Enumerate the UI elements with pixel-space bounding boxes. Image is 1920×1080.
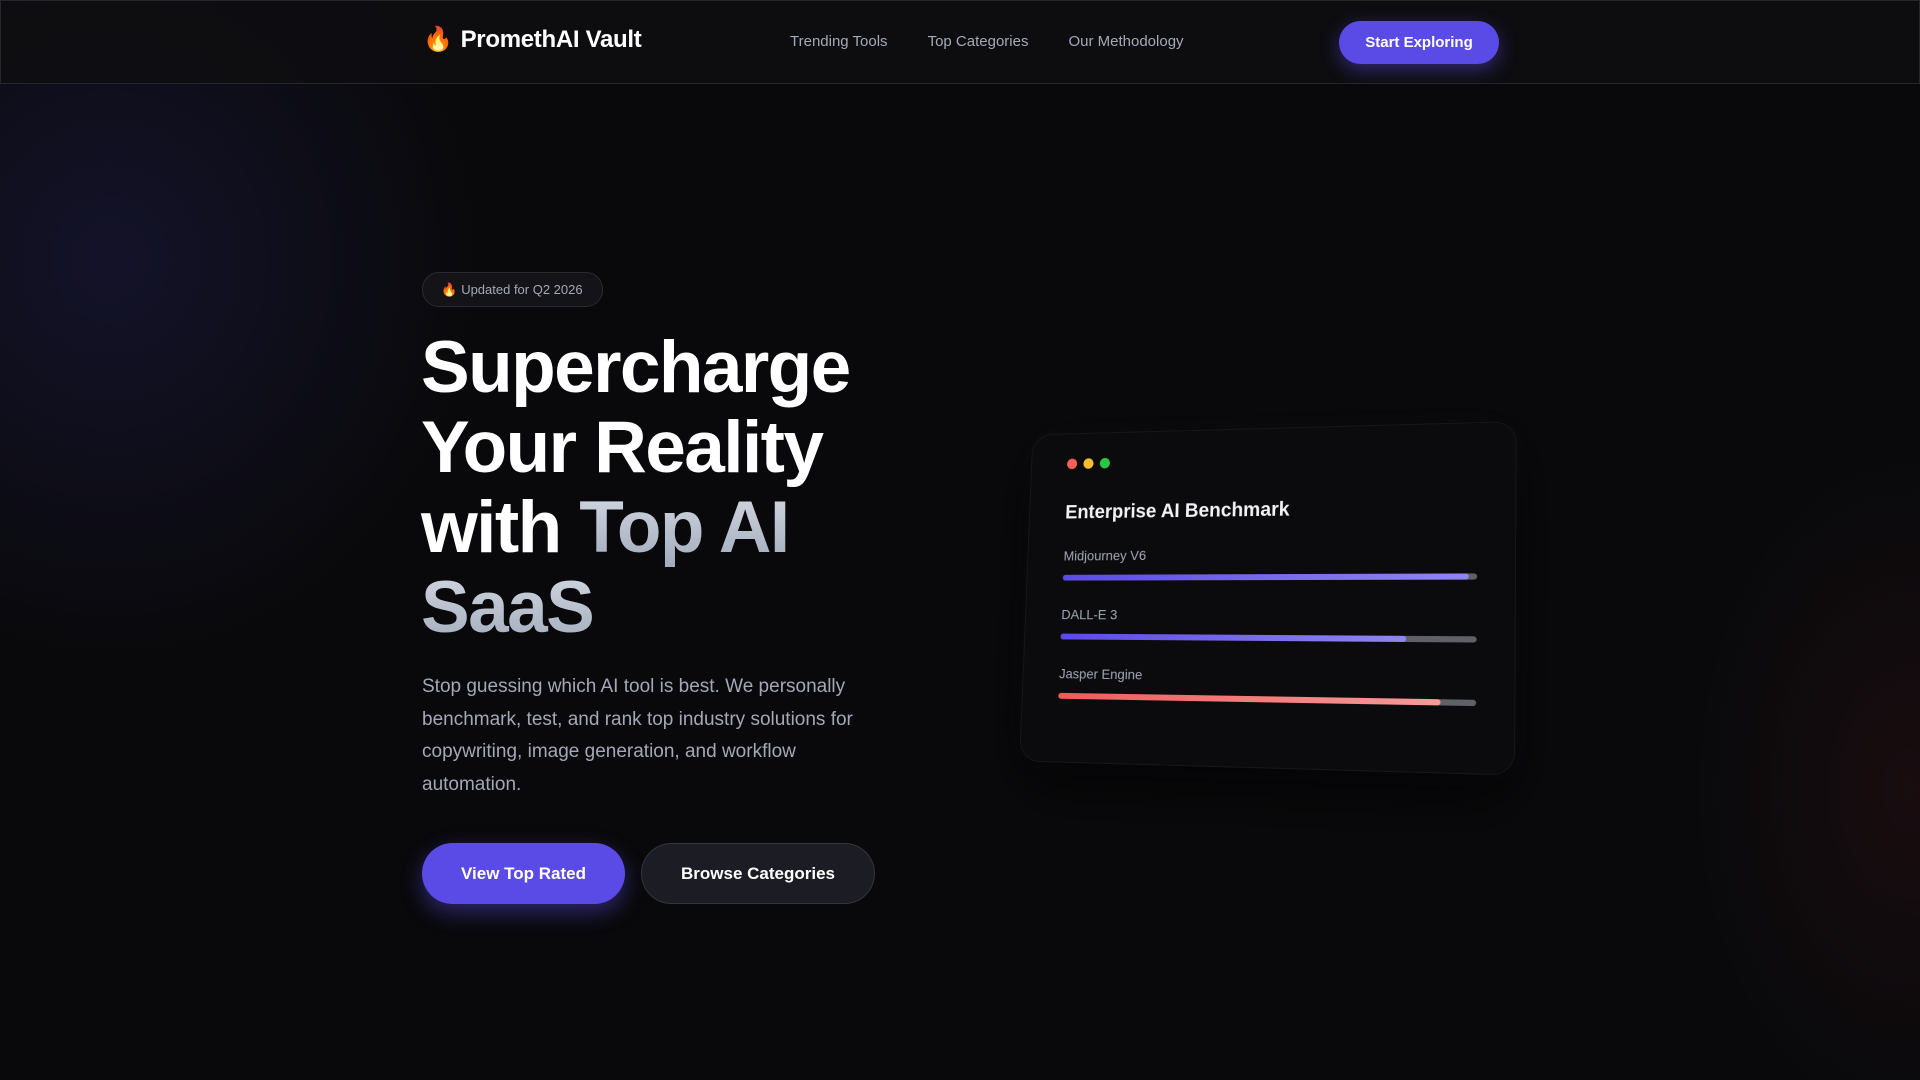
badge-text: Updated for Q2 2026 [461,282,583,297]
benchmark-title: Enterprise AI Benchmark [1064,498,1290,524]
nav-link-top-categories[interactable]: Top Categories [928,33,1029,50]
benchmark-row-jasper: Jasper Engine [1058,665,1477,707]
benchmark-track [1060,633,1477,643]
hero-description: Stop guessing which AI tool is best. We … [422,676,853,795]
window-dots [1066,457,1117,470]
benchmark-track [1062,573,1478,581]
browse-categories-button[interactable]: Browse Categories [641,843,875,904]
nav-links: Trending Tools Top Categories Our Method… [790,33,1224,50]
nav-link-trending-tools[interactable]: Trending Tools [790,33,888,50]
benchmark-fill [1062,573,1469,581]
update-badge: 🔥 Updated for Q2 2026 [422,272,603,307]
hero-headline: Supercharge Your Reality with Top AI SaaS [421,328,941,648]
headline-line-3: with [421,487,580,568]
flame-icon: 🔥 [423,26,453,53]
window-dot-yellow [1083,458,1094,469]
benchmark-card-stage: Enterprise AI Benchmark Midjourney V6 DA… [1010,421,1517,776]
brand-name: PromethAI Vault [460,25,642,53]
top-nav: 🔥 PromethAI Vault Trending Tools Top Cat… [0,0,1920,84]
headline-line-2: Your Reality [421,407,824,488]
headline-line-1: Supercharge [421,327,851,408]
window-dot-green [1099,457,1111,469]
headline-accent-2: SaaS [421,567,595,648]
benchmark-fill [1058,692,1441,706]
benchmark-track [1058,692,1477,707]
view-top-rated-button[interactable]: View Top Rated [422,843,625,904]
start-exploring-button[interactable]: Start Exploring [1339,21,1499,64]
nav-link-our-methodology[interactable]: Our Methodology [1068,33,1183,50]
benchmark-row-dalle: DALL-E 3 [1060,606,1477,643]
benchmark-label: Midjourney V6 [1063,547,1147,564]
benchmark-label: Jasper Engine [1058,665,1143,683]
benchmark-card: Enterprise AI Benchmark Midjourney V6 DA… [1019,421,1517,776]
brand-logo[interactable]: 🔥 PromethAI Vault [423,25,642,54]
flame-icon: 🔥 [441,281,458,297]
benchmark-label: DALL-E 3 [1061,606,1118,623]
benchmark-fill [1060,633,1407,643]
headline-accent-1: Top AI [579,487,790,568]
benchmark-row-midjourney: Midjourney V6 [1062,545,1478,581]
window-dot-red [1066,458,1078,470]
